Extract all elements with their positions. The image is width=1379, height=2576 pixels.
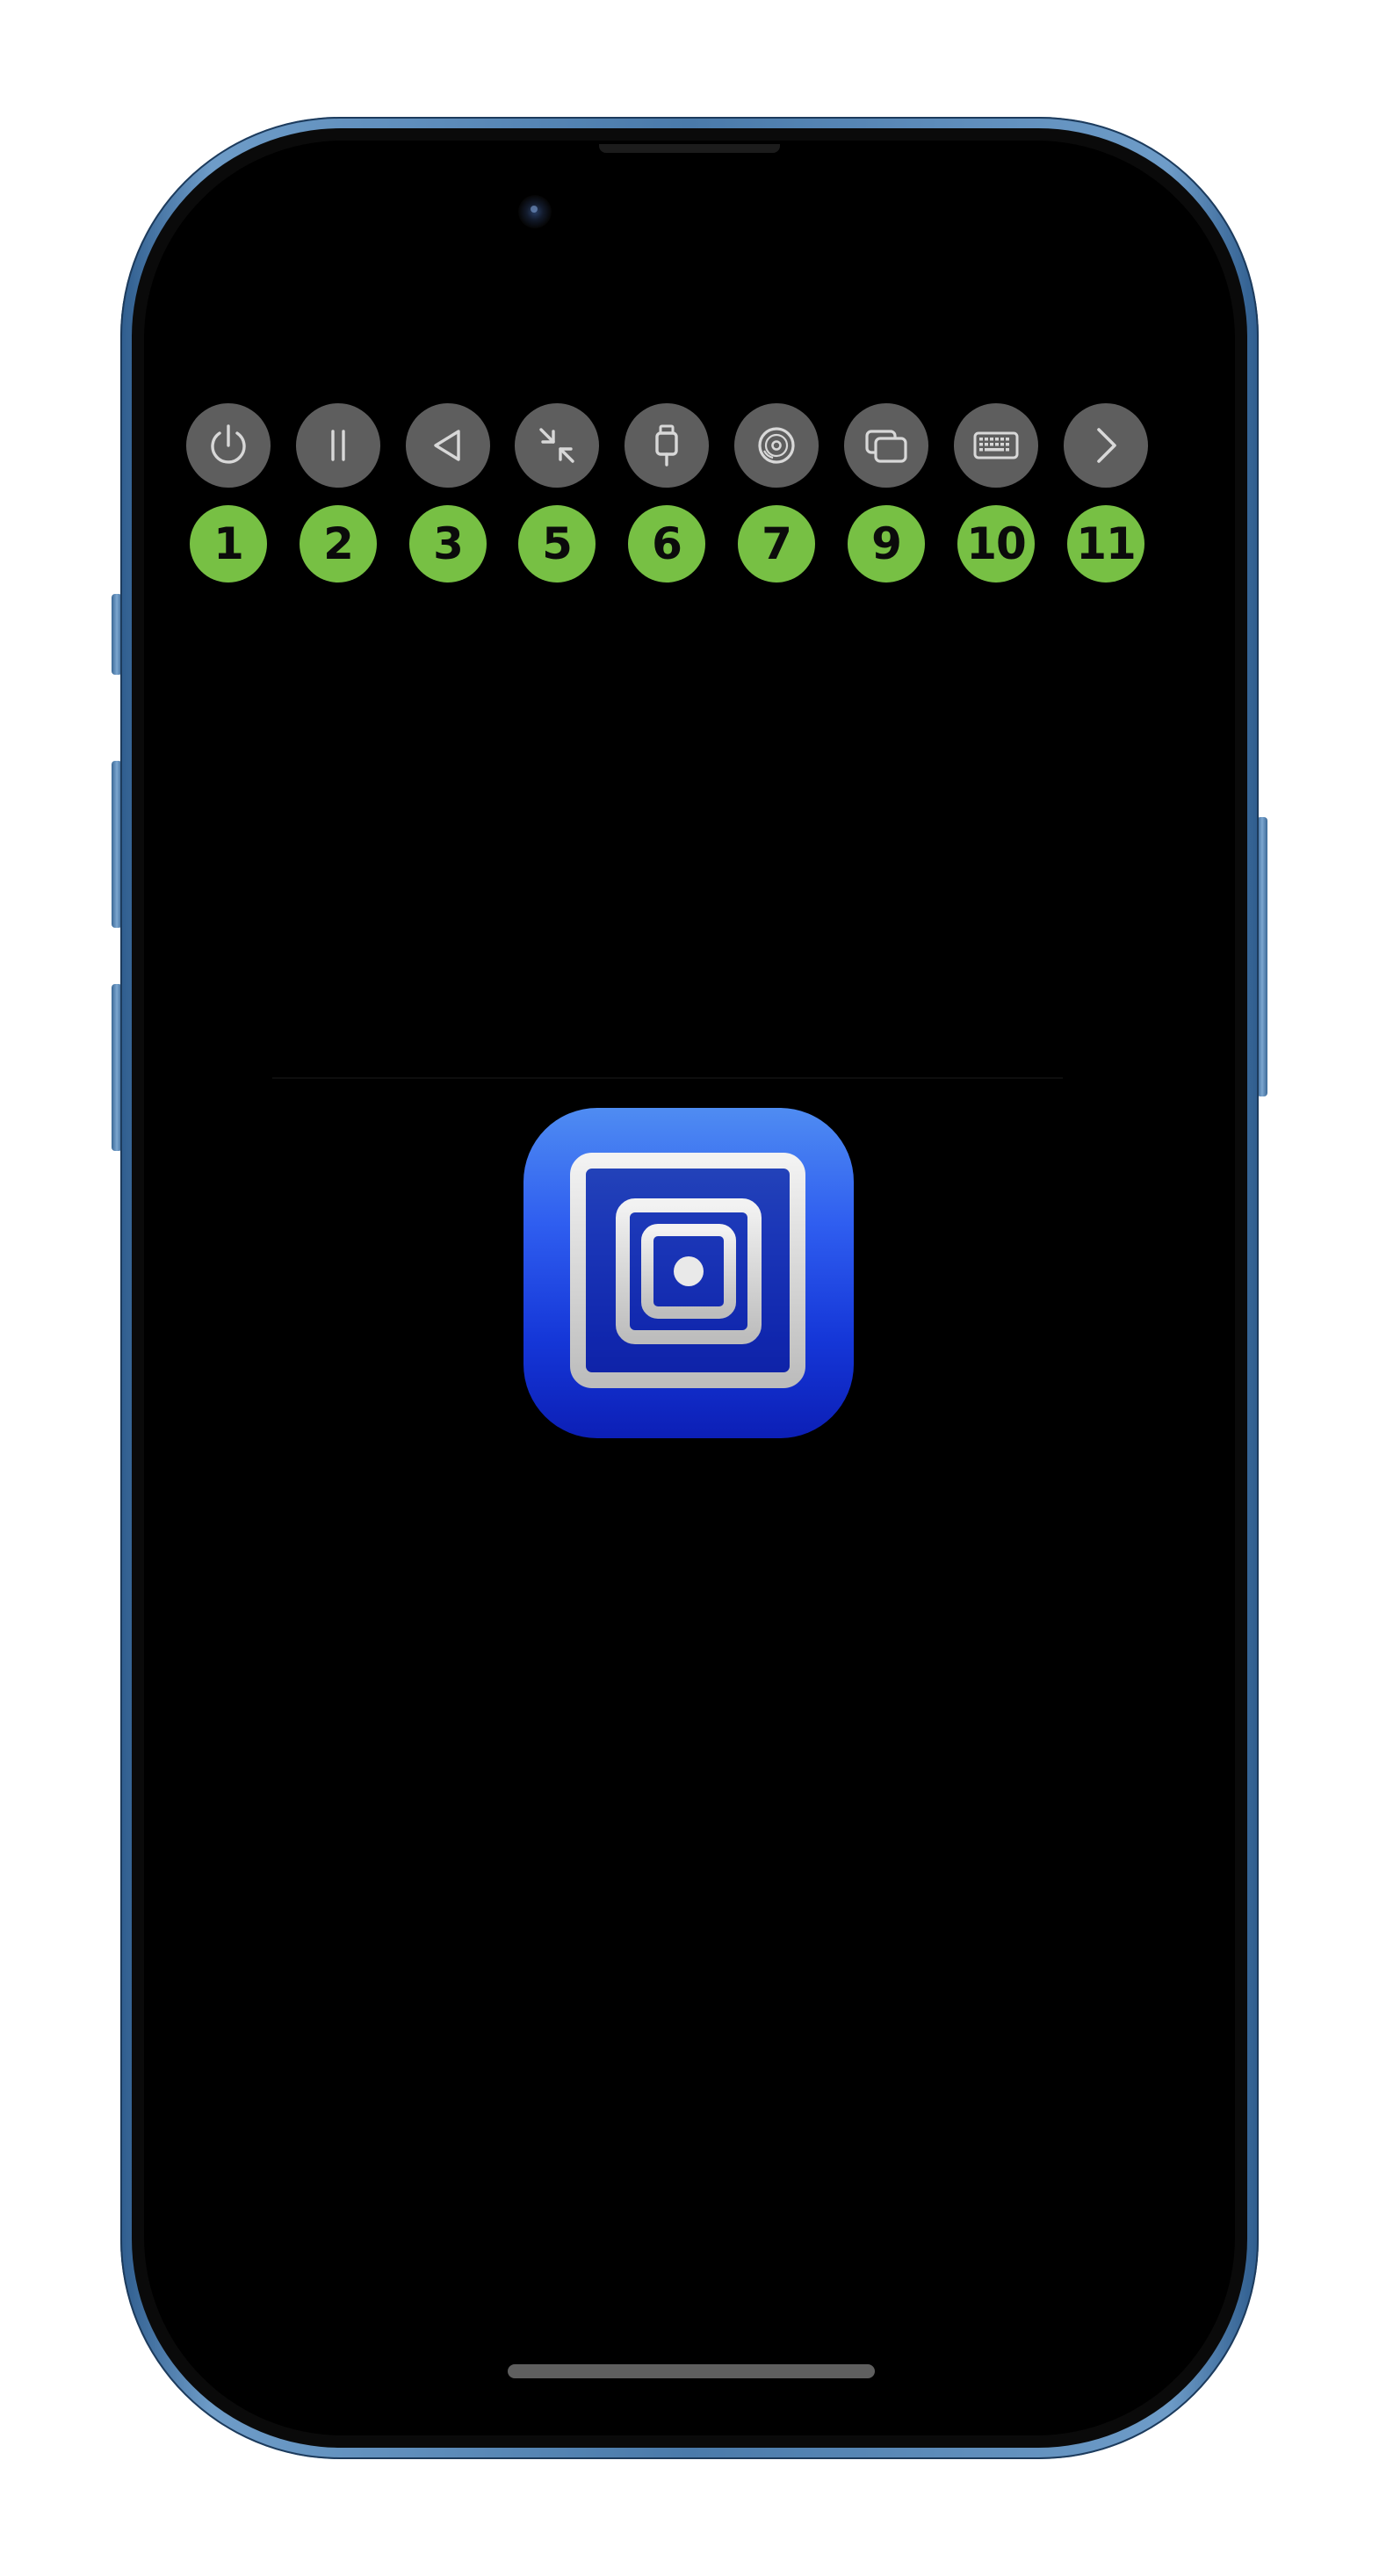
shortcut-badge-7: 7 bbox=[738, 505, 815, 582]
shortcut-badge-11: 11 bbox=[1067, 505, 1144, 582]
pause-button[interactable] bbox=[296, 403, 380, 488]
shortcut-badge-9: 9 bbox=[848, 505, 925, 582]
pause-icon bbox=[331, 430, 345, 461]
next-button[interactable] bbox=[1064, 403, 1148, 488]
vm-toolbar: 1 2 3 5 6 7 9 10 11 bbox=[0, 0, 1379, 615]
shortcut-badge-3: 3 bbox=[409, 505, 487, 582]
usb-plug-icon bbox=[655, 424, 678, 467]
back-button[interactable] bbox=[406, 403, 490, 488]
power-button[interactable] bbox=[186, 403, 271, 488]
shortcut-badge-10: 10 bbox=[957, 505, 1035, 582]
windows-button[interactable] bbox=[844, 403, 928, 488]
shortcut-badge-5: 5 bbox=[518, 505, 596, 582]
resize-button[interactable] bbox=[515, 403, 599, 488]
keyboard-button[interactable] bbox=[954, 403, 1038, 488]
usb-button[interactable] bbox=[625, 403, 709, 488]
shortcut-badge-1: 1 bbox=[190, 505, 267, 582]
home-indicator[interactable] bbox=[508, 2364, 875, 2378]
disc-icon bbox=[758, 427, 795, 464]
windows-icon bbox=[865, 430, 907, 463]
shortcut-badge-2: 2 bbox=[300, 505, 377, 582]
screen-divider bbox=[272, 1077, 1063, 1079]
chevron-right-icon bbox=[1097, 428, 1116, 463]
back-triangle-icon bbox=[434, 430, 460, 461]
keyboard-icon bbox=[973, 431, 1019, 459]
minimize-arrows-icon bbox=[539, 428, 574, 463]
drive-button[interactable] bbox=[734, 403, 819, 488]
utm-app-logo-icon bbox=[523, 1108, 854, 1438]
shortcut-badge-6: 6 bbox=[628, 505, 705, 582]
power-icon bbox=[211, 424, 246, 464]
